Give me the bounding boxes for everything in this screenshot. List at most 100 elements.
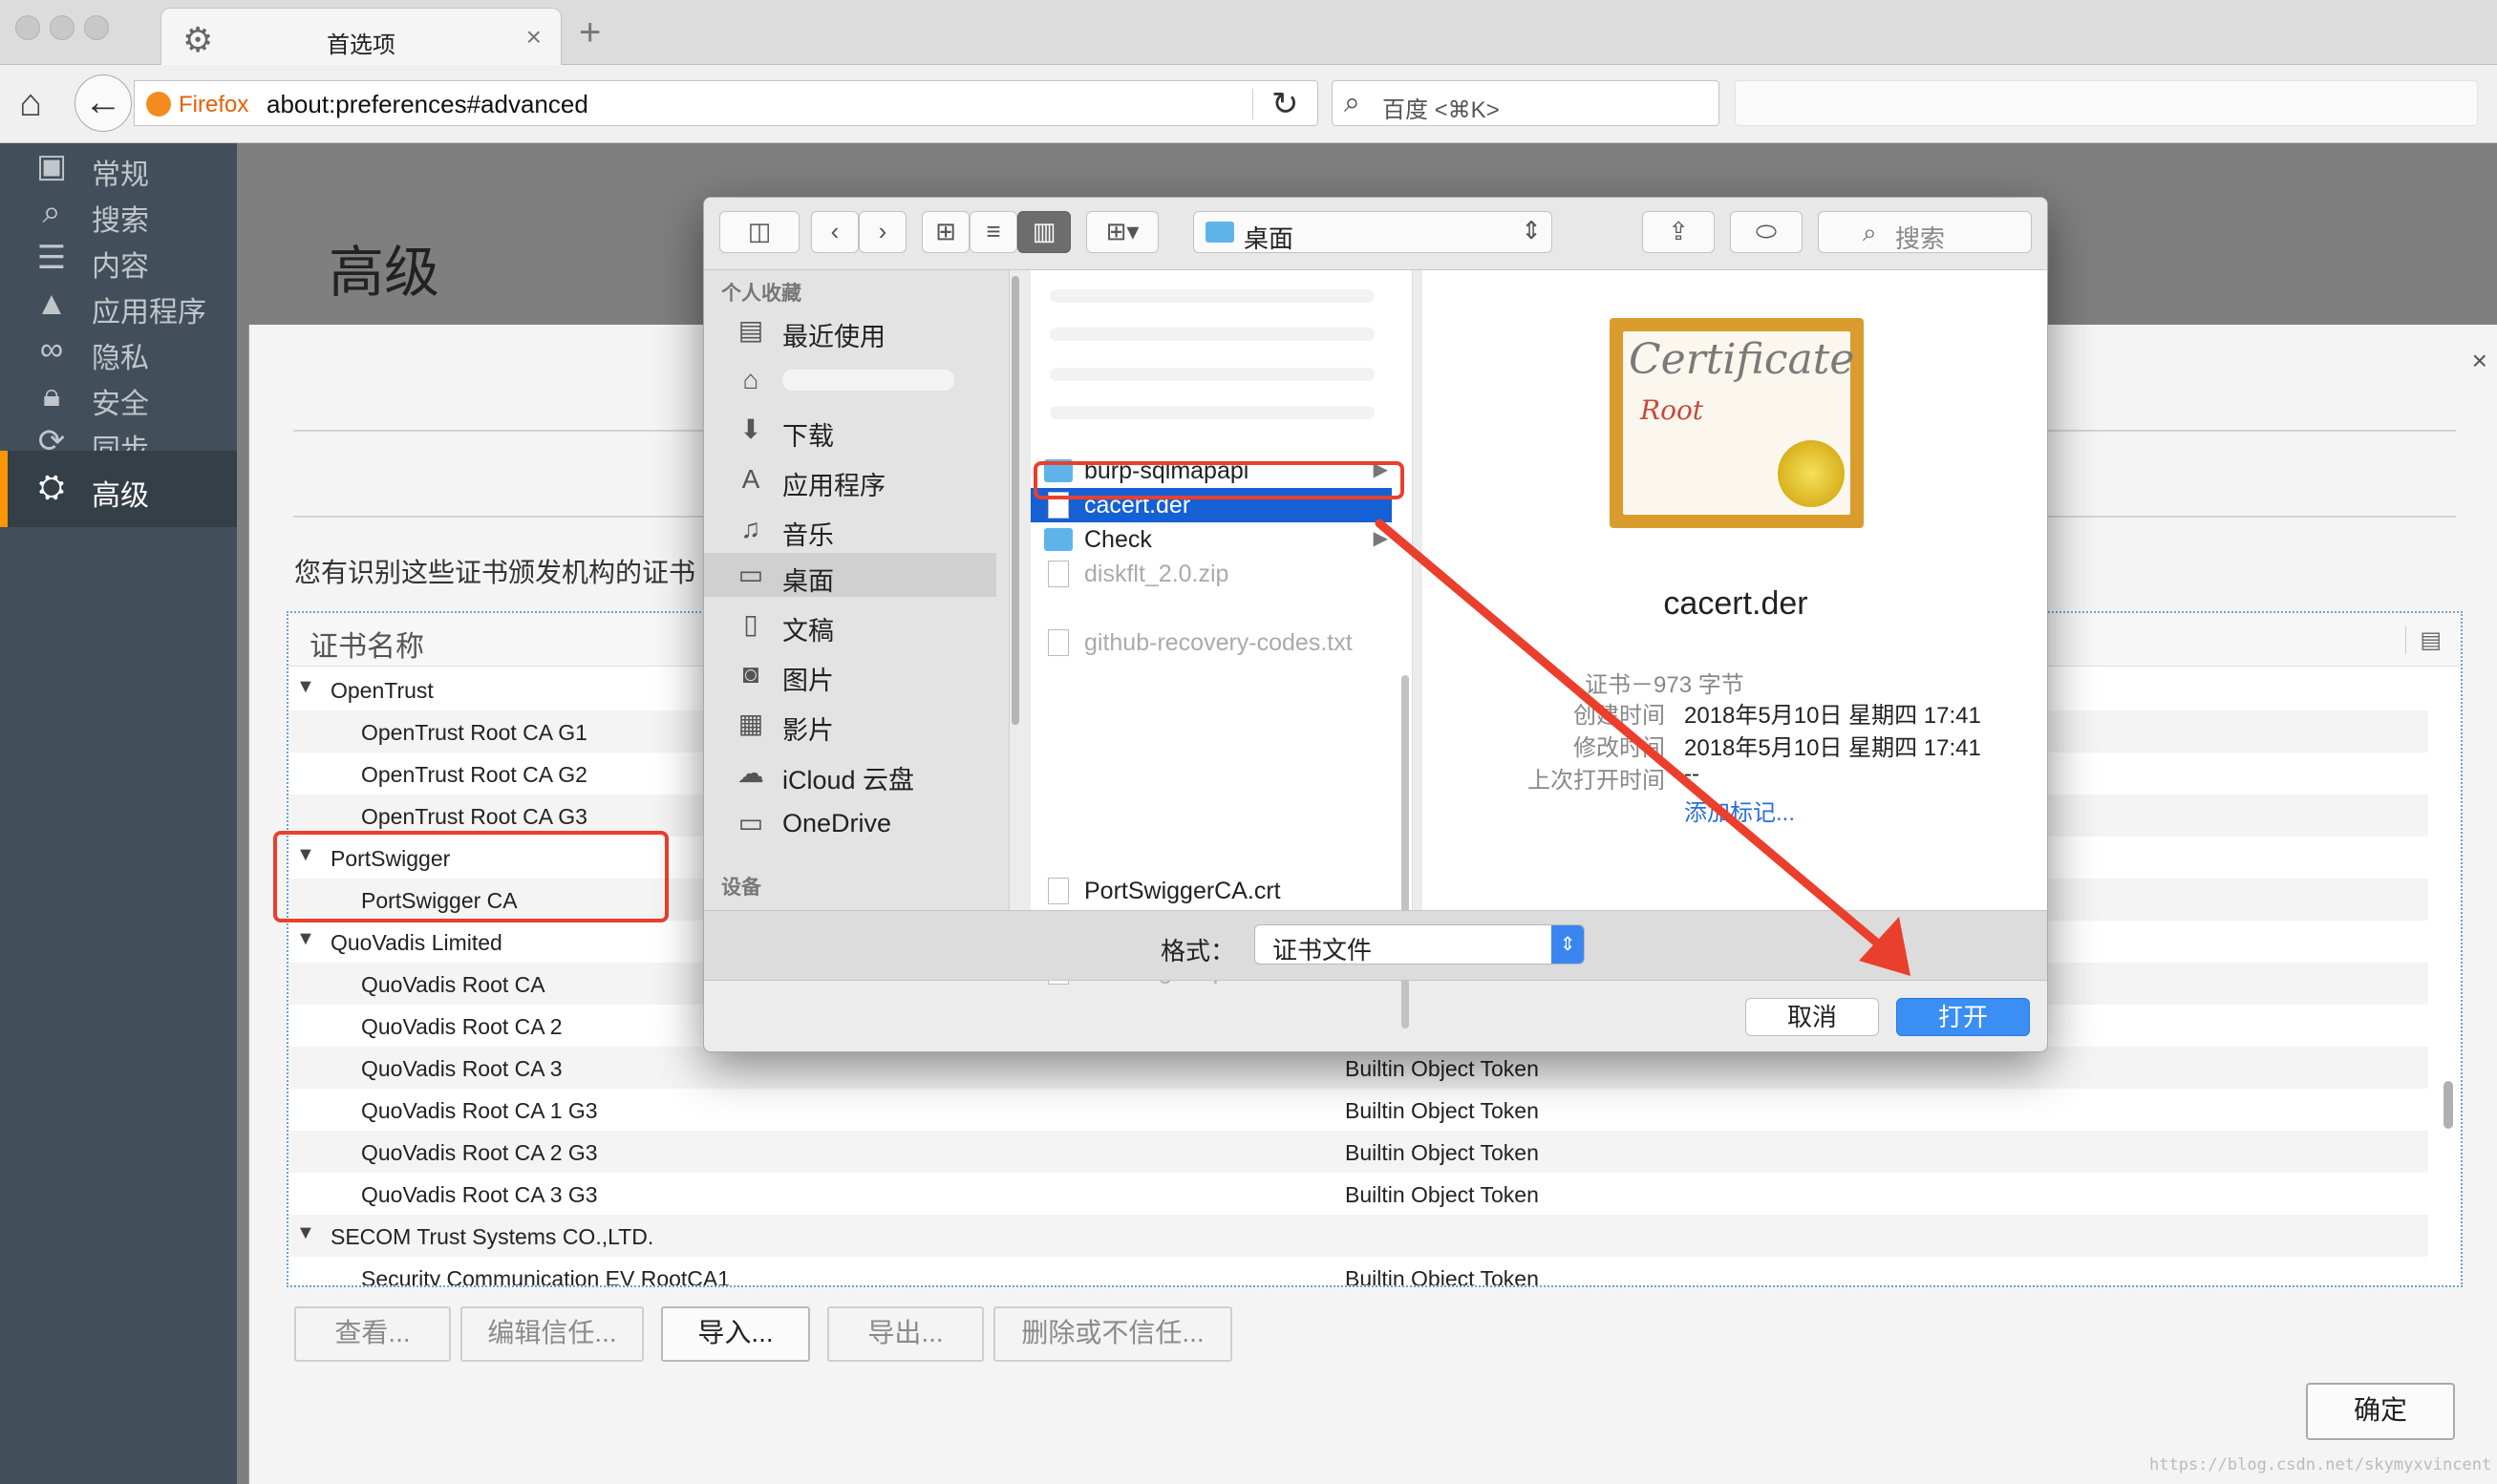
file-preview: Certificate Root cacert.der 证书－973 字节 创建… xyxy=(1422,270,2047,910)
tag-icon[interactable]: ⬭ xyxy=(1730,211,1803,253)
new-tab-button[interactable]: + xyxy=(579,11,601,54)
documents-icon: ▯ xyxy=(743,609,758,639)
sidebar-favorite[interactable]: ♫ 音乐 xyxy=(704,507,996,551)
created-label: 创建时间 xyxy=(1573,703,1665,729)
disclosure-triangle-icon[interactable]: ▼ xyxy=(296,676,315,698)
open-button[interactable]: 打开 xyxy=(1896,998,2030,1036)
sidebar-scrollbar[interactable] xyxy=(1012,276,1019,725)
cancel-button[interactable]: 取消 xyxy=(1745,998,1879,1036)
add-tags-link[interactable]: 添加标记... xyxy=(1684,794,1795,827)
cert-name: QuoVadis Limited xyxy=(331,930,502,955)
scrollbar-thumb[interactable] xyxy=(2444,1081,2453,1129)
home-icon[interactable]: ⌂ xyxy=(19,82,42,125)
sidebar-favorite[interactable]: ▤ 最近使用 xyxy=(704,308,996,352)
disclosure-triangle-icon[interactable]: ▼ xyxy=(296,1222,315,1244)
group-by-icon[interactable]: ⊞▾ xyxy=(1086,211,1159,253)
close-icon[interactable]: × xyxy=(2472,346,2487,376)
sidebar-favorite[interactable]: ⌂ xyxy=(704,358,996,402)
file-row[interactable]: Check ▶ xyxy=(1031,522,1392,557)
search-bar[interactable]: ⌕ 百度 <⌘K> xyxy=(1332,80,1719,126)
sidebar-favorite[interactable]: ▭ OneDrive xyxy=(704,801,996,845)
file-name: PortSwiggerCA.crt xyxy=(1084,878,1281,904)
search-placeholder: 搜索 xyxy=(1895,224,1946,253)
sidebar-item-label: 高级 xyxy=(92,480,149,512)
applications-icon: A xyxy=(741,464,760,494)
icon-view-icon[interactable]: ⊞ xyxy=(922,211,970,253)
back-chevron-icon[interactable]: ‹ xyxy=(811,211,859,253)
list-view-icon[interactable]: ≡ xyxy=(970,211,1017,253)
file-row[interactable]: PortSwiggerCA.crt xyxy=(1031,874,1392,908)
import-button[interactable]: 导入... xyxy=(661,1306,810,1362)
home-icon: ⌂ xyxy=(742,365,759,394)
table-row[interactable]: QuoVadis Root CA 1 G3 Builtin Object Toke… xyxy=(288,1089,2428,1131)
movies-icon: ▦ xyxy=(737,709,764,738)
cert-name: QuoVadis Root CA 3 xyxy=(361,1056,563,1081)
table-row[interactable]: Security Communication EV RootCA1 Builtin… xyxy=(288,1257,2428,1285)
sidebar-favorite[interactable]: ⬇ 下载 xyxy=(704,408,996,452)
delete-distrust-button[interactable]: 删除或不信任... xyxy=(993,1306,1232,1362)
page-title: 高级 xyxy=(329,242,440,304)
sidebar-item-advanced[interactable]: ⛭ 高级 xyxy=(0,451,237,527)
search-placeholder: 百度 <⌘K> xyxy=(1382,97,1500,123)
preview-kind-size: 证书－973 字节 xyxy=(1585,672,1744,698)
url-bar[interactable]: Firefox about:preferences#advanced ↻ xyxy=(134,80,1318,126)
window-zoom-button[interactable] xyxy=(84,15,109,40)
column-view-icon[interactable]: ▥ xyxy=(1017,211,1071,253)
table-row[interactable]: QuoVadis Root CA 3 G3 Builtin Object Toke… xyxy=(288,1173,2428,1215)
table-scrollbar[interactable] xyxy=(2442,670,2455,1282)
disclosure-triangle-icon[interactable]: ▼ xyxy=(296,928,315,950)
redacted-file-row xyxy=(1050,289,1375,303)
sidebar-favorite[interactable]: ▦ 影片 xyxy=(704,702,996,746)
tab-title: 首选项 xyxy=(327,32,395,58)
created-value: 2018年5月10日 星期四 17:41 xyxy=(1684,703,1981,729)
search-icon: ⌕ xyxy=(1344,87,1360,118)
column-header-cert-name[interactable]: 证书名称 xyxy=(309,623,424,665)
cert-name: OpenTrust xyxy=(331,678,434,703)
export-button[interactable]: 导出... xyxy=(827,1306,984,1362)
browser-tab-preferences[interactable]: ⚙ 首选项 × xyxy=(160,8,562,67)
modified-value: 2018年5月10日 星期四 17:41 xyxy=(1684,735,1981,761)
music-icon: ♫ xyxy=(740,514,761,543)
favorite-label: 应用程序 xyxy=(782,472,886,500)
table-group-row[interactable]: ▼ SECOM Trust Systems CO.,LTD. xyxy=(288,1215,2428,1257)
column-picker-icon[interactable]: ▤ xyxy=(2405,626,2442,654)
back-button[interactable]: ← xyxy=(75,74,132,132)
sidebar-favorite[interactable]: ▯ 文稿 xyxy=(704,603,996,647)
location-popup[interactable]: 桌面 ⇕ xyxy=(1193,211,1552,253)
view-button[interactable]: 查看... xyxy=(294,1306,451,1362)
window-minimize-button[interactable] xyxy=(50,15,75,40)
file-icon xyxy=(1048,629,1069,656)
share-icon[interactable]: ⇪ xyxy=(1642,211,1715,253)
sidebar-toggle-icon[interactable]: ◫ xyxy=(719,211,800,253)
cert-name: OpenTrust Root CA G2 xyxy=(361,762,587,787)
file-row[interactable]: diskflt_2.0.zip xyxy=(1031,557,1392,591)
dialog-toolbar: ◫ ‹ › ⊞ ≡ ▥ ⊞▾ 桌面 ⇕ ⇪ ⬭ ⌕ 搜索 xyxy=(704,198,2047,270)
file-row[interactable]: github-recovery-codes.txt xyxy=(1031,625,1392,660)
url-text[interactable]: about:preferences#advanced xyxy=(267,90,588,119)
watermark: https://blog.csdn.net/skymyxvincent xyxy=(2149,1455,2492,1474)
browser-titlebar: ⚙ 首选项 × + xyxy=(0,0,2497,67)
sidebar-favorite[interactable]: A 应用程序 xyxy=(704,457,996,501)
tab-close-icon[interactable]: × xyxy=(526,22,542,53)
search-icon: ⌕ xyxy=(1863,218,1877,246)
table-row[interactable]: QuoVadis Root CA 2 G3 Builtin Object Toke… xyxy=(288,1131,2428,1173)
window-close-button[interactable] xyxy=(15,15,40,40)
edit-trust-button[interactable]: 编辑信任... xyxy=(460,1306,644,1362)
cert-name: OpenTrust Root CA G1 xyxy=(361,720,587,745)
updown-chevron-icon: ⇕ xyxy=(1521,216,1542,244)
table-row[interactable]: QuoVadis Root CA 3 Builtin Object Token xyxy=(288,1047,2428,1089)
forward-chevron-icon[interactable]: › xyxy=(859,211,907,253)
cert-name: OpenTrust Root CA G3 xyxy=(361,804,587,829)
cert-name: QuoVadis Root CA 2 G3 xyxy=(361,1140,598,1165)
sidebar-favorite[interactable]: ▭ 桌面 xyxy=(704,553,996,597)
sidebar-favorite[interactable]: ◙ 图片 xyxy=(704,652,996,696)
reload-icon[interactable]: ↻ xyxy=(1271,85,1299,123)
certificate-script-text: Certificate xyxy=(1629,335,1855,384)
format-select[interactable]: 证书文件 ⇕ xyxy=(1254,924,1585,965)
dialog-search-field[interactable]: ⌕ 搜索 xyxy=(1818,211,2032,253)
favorite-label: 最近使用 xyxy=(782,323,886,351)
folder-icon: ▭ xyxy=(737,808,764,837)
favorites-heading: 个人收藏 xyxy=(721,283,801,305)
ok-button[interactable]: 确定 xyxy=(2306,1383,2455,1440)
sidebar-favorite[interactable]: ☁ iCloud 云盘 xyxy=(704,752,996,795)
